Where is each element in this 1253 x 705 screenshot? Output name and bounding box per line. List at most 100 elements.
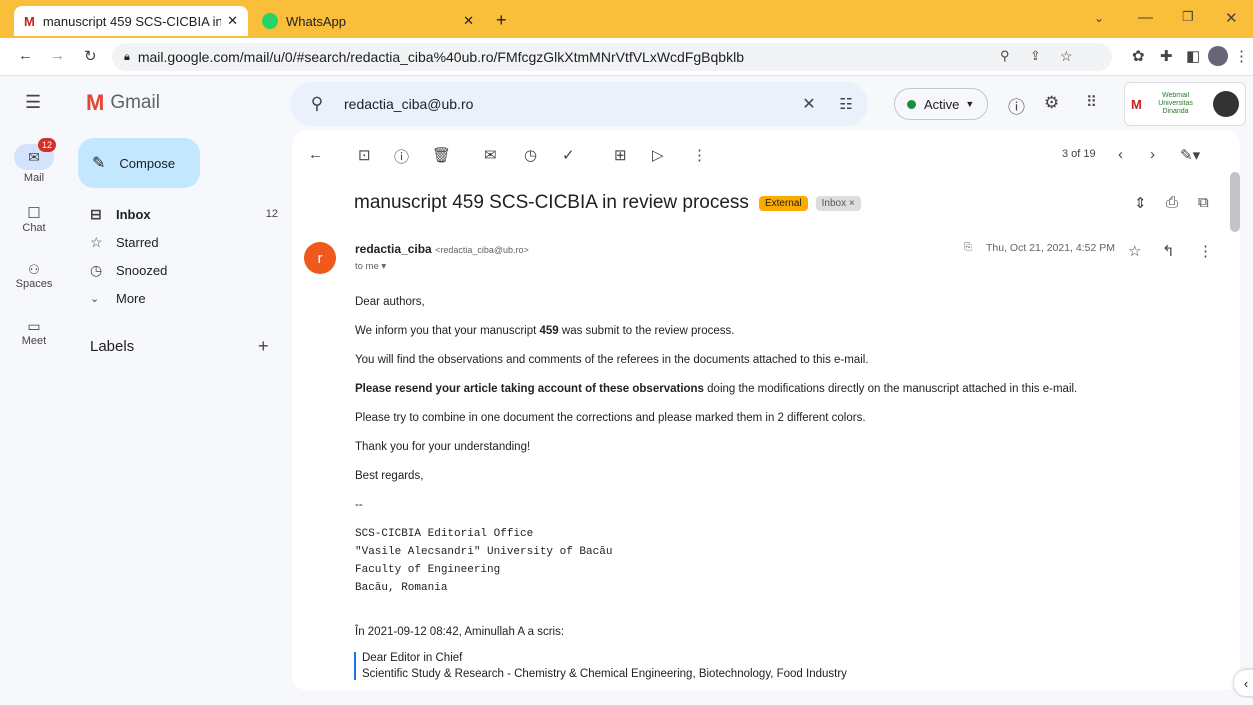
inbox-label-text: Inbox [821, 197, 847, 209]
forward-icon[interactable]: → [50, 47, 65, 64]
mark-unread-icon[interactable]: ✉ [484, 146, 497, 164]
settings-gear-icon[interactable]: ⚙ [1044, 93, 1059, 113]
signature-line: "Vasile Alecsandri" University of Bacău [355, 546, 613, 558]
search-icon[interactable]: ⚲ [290, 94, 344, 114]
spaces-icon: ⚇ [28, 262, 40, 277]
labels-heading: Labels [90, 338, 135, 355]
tab-search-icon[interactable]: ⌄ [1094, 11, 1104, 25]
snooze-icon[interactable]: ◷ [524, 146, 537, 164]
signature-line: SCS-CICBIA Editorial Office [355, 528, 534, 540]
university-logo-icon: M [1131, 96, 1142, 112]
expand-collapse-icon[interactable]: ⇕ [1134, 194, 1147, 212]
external-badge: External [758, 195, 808, 211]
email-date: Thu, Oct 21, 2021, 4:52 PM [986, 242, 1115, 254]
reply-icon[interactable]: ↰ [1162, 242, 1175, 260]
paragraph-4: Please try to combine in one document th… [355, 412, 866, 424]
account-badge[interactable]: M Webmail Universitas Dinanda [1124, 82, 1246, 126]
profile-avatar[interactable] [1208, 46, 1228, 66]
new-tab-icon[interactable]: + [496, 10, 507, 31]
sender-name[interactable]: redactia_ciba [355, 242, 432, 256]
report-spam-icon[interactable]: ⓘ [394, 146, 409, 167]
browser-menu-icon[interactable]: ⋮ [1234, 47, 1249, 65]
sidebar-item-snoozed[interactable]: ◷ Snoozed [78, 256, 278, 284]
input-tools-icon[interactable]: ✎▾ [1180, 146, 1200, 164]
message-counter: 3 of 19 [1062, 148, 1096, 160]
add-label-icon[interactable]: + [258, 336, 269, 357]
signature-line: Bacău, Romania [355, 582, 448, 594]
clock-icon: ◷ [90, 261, 103, 278]
extensions-puzzle-icon[interactable]: ✚ [1160, 47, 1173, 65]
message-more-icon[interactable]: ⋮ [1198, 242, 1213, 260]
sender-avatar: r [304, 242, 336, 274]
more-options-icon[interactable]: ⋮ [692, 146, 707, 164]
scrollbar-thumb[interactable] [1230, 172, 1240, 232]
share-icon[interactable]: ⇪ [1030, 48, 1041, 64]
newer-chevron-icon[interactable]: ‹ [1118, 146, 1123, 163]
chevron-down-icon: ⌄ [90, 292, 100, 305]
account-avatar [1213, 91, 1239, 117]
rail-spaces[interactable]: ⚇ Spaces [0, 262, 68, 290]
rail-chat[interactable]: ☐ Chat [0, 204, 68, 234]
text: was submit to the review process. [558, 325, 735, 337]
search-input[interactable]: redactia_ciba@ub.ro [344, 96, 794, 112]
zoom-icon[interactable]: ⚲ [1000, 48, 1010, 64]
rail-meet[interactable]: ▭ Meet [0, 318, 68, 347]
open-new-window-icon[interactable]: ⧉ [1198, 194, 1209, 211]
signature-line: Faculty of Engineering [355, 564, 501, 576]
back-to-list-icon[interactable]: ← [308, 146, 323, 163]
sidebar-item-more[interactable]: ⌄ More [78, 284, 278, 312]
bookmark-star-icon[interactable]: ☆ [1060, 48, 1073, 65]
reload-icon[interactable]: ↻ [84, 47, 97, 65]
inbox-label-chip[interactable]: Inbox × [815, 195, 861, 211]
sidebar-item-inbox[interactable]: ⊟ Inbox 12 [78, 200, 278, 228]
restore-icon[interactable]: ❐ [1182, 9, 1194, 25]
browser-tab-bar: M manuscript 459 SCS-CICBIA in re ✕ What… [0, 0, 1253, 38]
url-text: mail.google.com/mail/u/0/#search/redacti… [137, 49, 744, 65]
print-icon[interactable]: ⎙ [1166, 194, 1178, 211]
label-icon[interactable]: ▷ [652, 146, 664, 164]
inbox-count: 12 [265, 208, 278, 220]
tab-whatsapp[interactable]: WhatsApp ✕ [252, 6, 484, 36]
tab-gmail[interactable]: M manuscript 459 SCS-CICBIA in re ✕ [14, 6, 248, 36]
extension-icon[interactable]: ✿ [1132, 47, 1145, 65]
compose-button[interactable]: ✎ Compose [78, 138, 200, 188]
move-to-icon[interactable]: ⊞ [614, 146, 627, 164]
gmail-logo[interactable]: M Gmail [86, 90, 160, 116]
apps-grid-icon[interactable]: ⠿ [1086, 93, 1097, 111]
quoted-text: Dear Editor in Chief Scientific Study & … [354, 652, 847, 680]
sidebar-item-starred[interactable]: ☆ Starred [78, 228, 278, 256]
archive-icon[interactable]: ⊡ [358, 146, 371, 164]
close-tab-icon[interactable]: ✕ [227, 13, 238, 29]
add-task-icon[interactable]: ✓ [562, 146, 575, 164]
show-side-panel-icon[interactable]: ‹ [1234, 670, 1253, 696]
recipient-line[interactable]: to me ▾ [355, 261, 386, 272]
search-bar: ⚲ redactia_ciba@ub.ro ✕ ☷ [290, 82, 868, 126]
back-icon[interactable]: ← [18, 47, 33, 64]
older-chevron-icon[interactable]: › [1150, 146, 1155, 163]
message-view: ← ⊡ ⓘ 🗑︎ ✉ ◷ ✓ ⊞ ▷ ⋮ 3 of 19 ‹ › ✎▾ manu… [292, 130, 1240, 690]
side-panel-icon[interactable]: ◧ [1186, 47, 1200, 65]
hamburger-menu-icon[interactable]: ☰ [25, 92, 41, 113]
clear-search-icon[interactable]: ✕ [794, 94, 824, 114]
sender-email: <redactia_ciba@ub.ro> [435, 245, 529, 255]
minimize-icon[interactable]: — [1138, 9, 1153, 26]
close-window-icon[interactable]: ✕ [1225, 9, 1238, 27]
search-options-icon[interactable]: ☷ [824, 95, 868, 113]
pencil-icon: ✎ [92, 155, 106, 172]
details-dropdown-icon: ▾ [381, 261, 387, 272]
close-tab-icon[interactable]: ✕ [463, 13, 474, 29]
app-rail: ☰ ✉ 12 Mail ☐ Chat ⚇ Spaces ▭ Meet [0, 76, 68, 705]
help-icon[interactable]: ⓘ [1008, 93, 1025, 118]
quote-intro: În 2021-09-12 08:42, Aminullah A a scris… [355, 626, 565, 638]
delete-icon[interactable]: 🗑︎ [432, 146, 451, 164]
remove-label-icon[interactable]: × [849, 198, 855, 209]
inbox-icon: ⊟ [90, 205, 102, 222]
star-message-icon[interactable]: ☆ [1128, 242, 1141, 260]
whatsapp-favicon-icon [262, 13, 278, 29]
greeting: Dear authors, [355, 296, 425, 308]
rail-meet-label: Meet [21, 335, 47, 347]
status-selector[interactable]: Active ▼ [894, 88, 988, 120]
sidebar-item-label: Starred [116, 234, 159, 250]
address-bar[interactable]: 🔒︎ mail.google.com/mail/u/0/#search/reda… [112, 43, 1112, 71]
rail-mail[interactable]: ✉ 12 Mail [0, 138, 68, 184]
